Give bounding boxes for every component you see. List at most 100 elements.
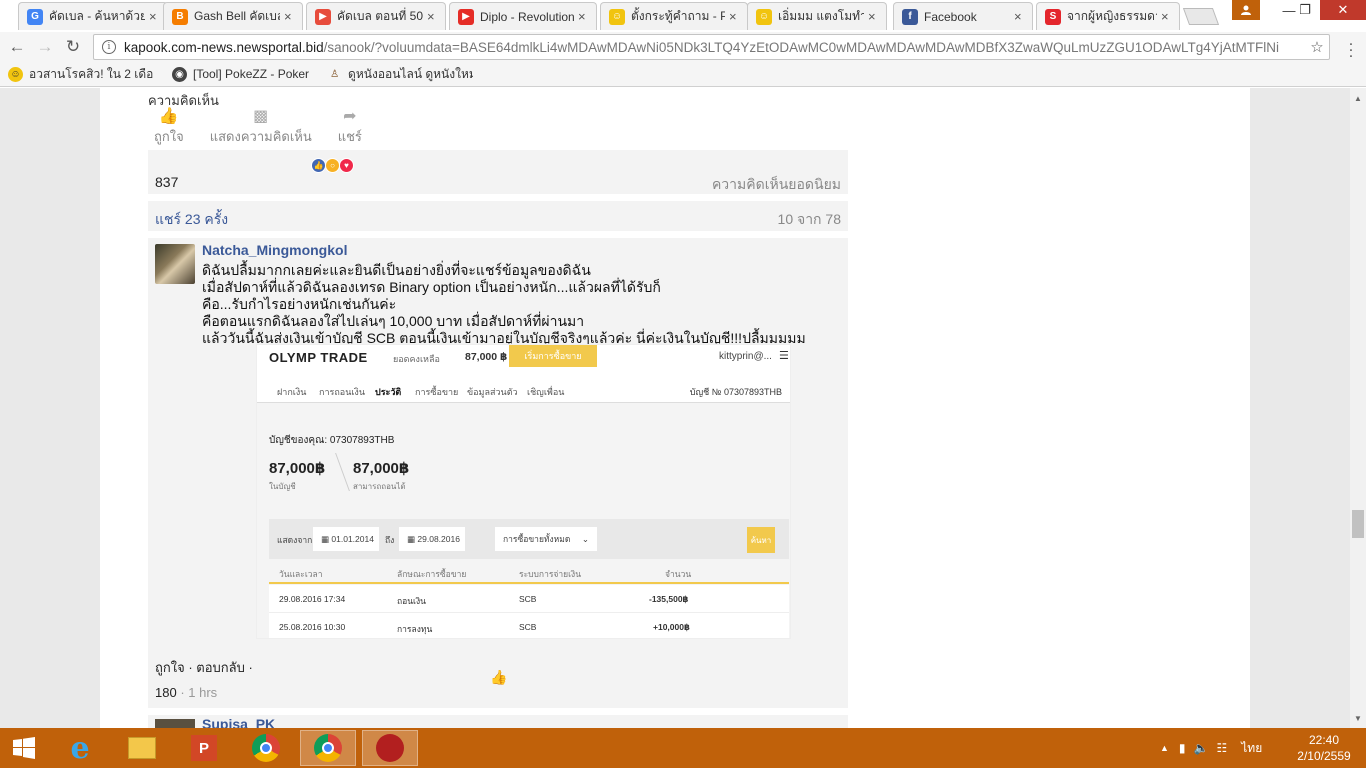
network-icon[interactable]: ☷: [1216, 741, 1227, 755]
comment-author[interactable]: Natcha_Mingmongkol: [202, 242, 347, 258]
internet-explorer-taskbar[interactable]: e: [52, 730, 108, 766]
comment-item: Natcha_Mingmongkol ดิฉันปลื้มมากกเลยค่ะแ…: [148, 238, 848, 708]
sanook-icon: S: [1045, 8, 1061, 25]
love-reaction-icon: ♥: [339, 158, 354, 173]
wow-reaction-icon: ○: [325, 158, 340, 173]
figure-icon: ♙: [330, 68, 340, 80]
language-indicator[interactable]: ไทย: [1241, 739, 1262, 758]
comment-item: Supisa_PK: [148, 715, 848, 728]
reaction-count[interactable]: 837: [155, 174, 178, 190]
tab-close-icon[interactable]: ×: [1014, 9, 1026, 24]
tab-item[interactable]: G คัดเบล - ค้นหาด้วย ×: [18, 2, 168, 30]
pokeball-icon: ◉: [172, 66, 187, 82]
windows-taskbar: e P ▲ ▮ 🔈 ☷ ไทย 22:40 2/10/2559: [0, 728, 1366, 768]
comment-like-count: 180 · 1 hrs: [155, 685, 218, 700]
comment-pager: 10 จาก 78: [777, 211, 841, 227]
comment-author[interactable]: Supisa_PK: [202, 716, 275, 728]
close-window-icon[interactable]: ✕: [1320, 0, 1366, 20]
tab-item[interactable]: ▶ Diplo - Revolution ×: [449, 2, 597, 30]
comment-attachment-image[interactable]: OLYMP TRADE ยอดคงเหลือ 87,000 ฿ เริ่มการ…: [256, 344, 791, 639]
tab-label: จากผู้หญิงธรรมดา: [1067, 9, 1157, 23]
chrome-taskbar[interactable]: [238, 730, 294, 766]
tab-label: คัดเบล - ค้นหาด้วย: [49, 9, 145, 23]
clock[interactable]: 22:40 2/10/2559: [1296, 732, 1352, 764]
page-scrollbar[interactable]: ▲ ▼: [1350, 88, 1366, 728]
olymp-trade-logo: OLYMP TRADE: [269, 350, 368, 365]
tab-close-icon[interactable]: ×: [149, 9, 161, 24]
powerpoint-taskbar[interactable]: P: [176, 730, 232, 766]
ie-icon: e: [70, 730, 90, 766]
app-taskbar[interactable]: [362, 730, 418, 766]
post-actions: 👍 ถูกใจ ▩ แสดงความคิดเห็น ➦ แชร์: [154, 108, 388, 147]
back-icon[interactable]: ←: [6, 36, 28, 58]
tray-expand-icon[interactable]: ▲: [1160, 743, 1169, 753]
windows-logo-icon: [13, 737, 35, 759]
chrome-icon: [314, 734, 342, 762]
calendar-icon: ▦: [321, 533, 332, 544]
tab-close-icon[interactable]: ×: [729, 9, 741, 24]
sort-popular-link[interactable]: ความคิดเห็นยอดนิยม: [712, 174, 841, 196]
comment-actions[interactable]: ถูกใจ · ตอบกลับ ·: [155, 657, 253, 678]
bookmark-item[interactable]: ♙ ดูหนังออนไลน์ ดูหนังใหม่อ: [327, 65, 473, 84]
calendar-icon: ▦: [407, 533, 418, 544]
embed-body: บัญชีของคุณ: 07307893THB 87,000฿ ในบัญชี…: [257, 403, 790, 638]
start-button[interactable]: [0, 730, 48, 766]
youtube-icon: ▶: [458, 8, 474, 25]
address-bar[interactable]: i kapook.com-news.newsportal.bid/sanook/…: [93, 34, 1330, 60]
table-row: 25.08.2016 10:30 การลงทุน SCB +10,000฿: [269, 613, 789, 638]
site-info-icon[interactable]: i: [102, 40, 116, 54]
tab-close-icon[interactable]: ×: [427, 9, 439, 24]
comment-icon: ▩: [253, 108, 269, 125]
tab-item[interactable]: ▶ คัดเบล ตอนที่ 50 ×: [306, 2, 446, 30]
tab-item[interactable]: B Gash Bell คัดเบล ×: [163, 2, 303, 30]
scroll-up-icon[interactable]: ▲: [1350, 90, 1366, 106]
tab-item[interactable]: ☺ เอิ่มมม แตงโมทำแบ ×: [747, 2, 887, 30]
forward-icon[interactable]: →: [34, 36, 56, 58]
tab-strip: G คัดเบล - ค้นหาด้วย × B Gash Bell คัดเบล × ▶ ค…: [0, 0, 1366, 32]
tab-close-icon[interactable]: ×: [1161, 9, 1173, 24]
tray-device-icon[interactable]: ▮: [1179, 741, 1186, 755]
chrome-menu-icon[interactable]: ...: [1345, 33, 1357, 61]
file-explorer-taskbar[interactable]: [114, 730, 170, 766]
like-reaction-icon: 👍: [311, 158, 326, 173]
restore-icon[interactable]: ❐: [1290, 0, 1320, 20]
profile-icon[interactable]: [1232, 0, 1260, 20]
app-icon: [376, 734, 404, 762]
share-action[interactable]: ➦ แชร์: [338, 108, 362, 147]
volume-icon[interactable]: 🔈: [1194, 741, 1209, 755]
chrome-active-taskbar[interactable]: [300, 730, 356, 766]
new-tab-button[interactable]: [1182, 8, 1220, 25]
tab-close-icon[interactable]: ×: [284, 9, 296, 24]
comment-action[interactable]: ▩ แสดงความคิดเห็น: [210, 108, 312, 147]
reload-icon[interactable]: ↻: [62, 36, 84, 58]
avatar[interactable]: [155, 719, 195, 728]
scroll-down-icon[interactable]: ▼: [1350, 710, 1366, 726]
tab-close-icon[interactable]: ×: [868, 9, 880, 24]
avatar[interactable]: [155, 244, 195, 284]
page-viewport: ความคิดเห็น 👍 ถูกใจ ▩ แสดงความคิดเห็น ➦ …: [0, 88, 1350, 728]
system-tray: ▲ ▮ 🔈 ☷ ไทย: [1160, 728, 1262, 768]
emoji-icon: ☺: [756, 8, 772, 25]
start-trading-button: เริ่มการซื้อขาย: [509, 345, 597, 367]
url-text[interactable]: kapook.com-news.newsportal.bid/sanook/?v…: [124, 40, 1305, 55]
embed-header: OLYMP TRADE ยอดคงเหลือ 87,000 ฿ เริ่มการ…: [257, 345, 790, 369]
scroll-thumb[interactable]: [1352, 510, 1364, 538]
tab-label: Gash Bell คัดเบล: [194, 9, 280, 23]
bookmark-item[interactable]: ☺ อวสานโรคสิว! ใน 2 เดือน: [8, 65, 154, 84]
tab-item[interactable]: f Facebook ×: [893, 2, 1033, 30]
share-count[interactable]: แชร์ 23 ครั้ง: [155, 209, 228, 231]
like-action[interactable]: 👍 ถูกใจ: [154, 108, 184, 147]
video-icon: ▶: [315, 8, 331, 25]
embed-tabs: ฝากเงิน การถอนเงิน ประวัติ การซื้อขาย ข้…: [257, 381, 790, 405]
bookmark-item[interactable]: ◉ [Tool] PokeZZ - Poker: [172, 66, 309, 82]
tab-item[interactable]: ☺ ตั้งกระทู้คำถาม - P ×: [600, 2, 748, 30]
reaction-icons[interactable]: 👍 ○ ♥: [311, 158, 354, 173]
embed-filter-bar: แสดงจาก ▦ 01.01.2014 ถึง ▦ 29.08.2016 กา…: [269, 519, 789, 559]
tab-item[interactable]: S จากผู้หญิงธรรมดา ×: [1036, 2, 1180, 30]
tab-close-icon[interactable]: ×: [578, 9, 590, 24]
bookmark-star-icon[interactable]: ☆: [1305, 38, 1329, 56]
comment-body: ดิฉันปลื้มมากกเลยค่ะและยินดีเป็นอย่างยิ่…: [202, 262, 806, 346]
thumbs-up-icon[interactable]: 👍: [490, 669, 507, 686]
google-icon: G: [27, 8, 43, 25]
article-container: ความคิดเห็น 👍 ถูกใจ ▩ แสดงความคิดเห็น ➦ …: [100, 88, 1250, 728]
